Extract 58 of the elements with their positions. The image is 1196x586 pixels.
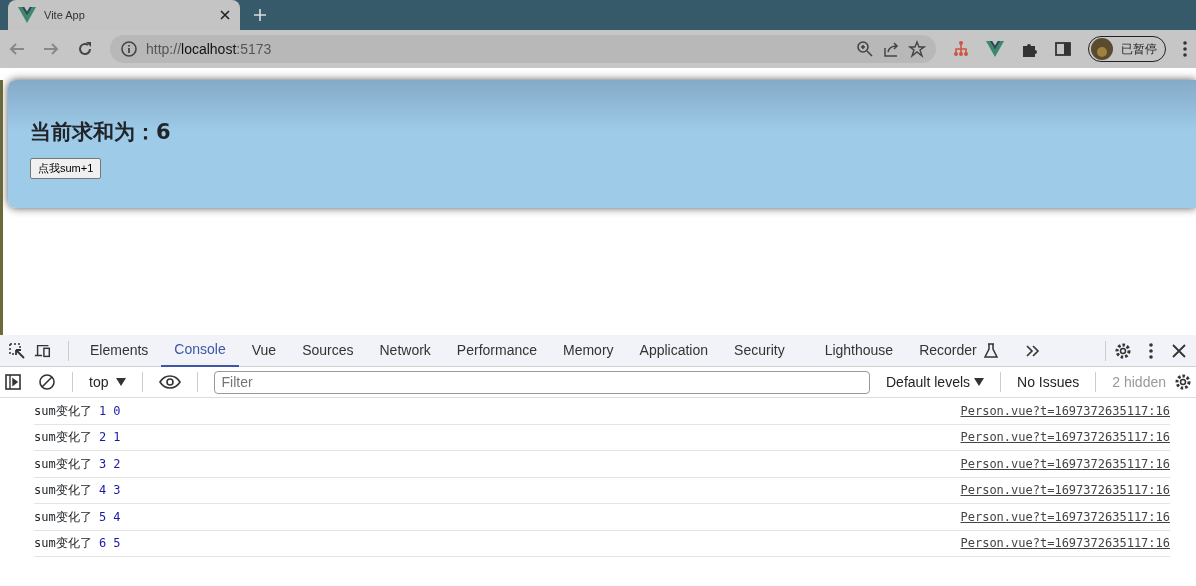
avatar-icon bbox=[1091, 38, 1113, 60]
caret-icon bbox=[116, 378, 127, 386]
source-link[interactable]: Person.vue?t=1697372635117:16 bbox=[960, 454, 1170, 473]
sum-heading: 当前求和为：6 bbox=[30, 120, 172, 146]
devtools-tab[interactable]: Application bbox=[626, 334, 722, 367]
reload-icon[interactable] bbox=[76, 40, 94, 58]
source-link[interactable]: Person.vue?t=1697372635117:16 bbox=[960, 428, 1170, 447]
sitemap-icon[interactable] bbox=[952, 40, 970, 58]
devtools-tab[interactable]: Performance bbox=[443, 334, 550, 367]
log-message: sum变化了 2 1 bbox=[34, 429, 121, 447]
log-message: sum变化了 3 2 bbox=[34, 455, 121, 473]
caret-icon bbox=[974, 378, 985, 386]
settings-icon[interactable] bbox=[1174, 373, 1192, 391]
source-link[interactable]: Person.vue?t=1697372635117:16 bbox=[960, 401, 1170, 420]
source-link[interactable]: Person.vue?t=1697372635117:16 bbox=[960, 481, 1170, 500]
hidden-count: 2 hidden bbox=[1112, 372, 1166, 392]
devtools-tab[interactable]: Sources bbox=[289, 334, 367, 367]
url-text: http://localhost:5173 bbox=[146, 39, 273, 59]
menu-icon[interactable] bbox=[1182, 40, 1188, 58]
clear-console-icon[interactable] bbox=[38, 373, 56, 391]
context-dropdown[interactable]: top bbox=[89, 371, 127, 393]
increment-button[interactable]: 点我sum+1 bbox=[30, 158, 102, 179]
vue-logo-icon bbox=[18, 6, 36, 24]
devtools-tab[interactable]: Recorder bbox=[906, 334, 990, 367]
eye-icon[interactable] bbox=[159, 374, 182, 390]
address-bar[interactable]: http://localhost:5173 bbox=[110, 35, 936, 63]
browser-tab[interactable]: Vite App bbox=[8, 0, 240, 30]
log-message: sum变化了 5 4 bbox=[34, 508, 121, 526]
source-link[interactable]: Person.vue?t=1697372635117:16 bbox=[960, 507, 1170, 526]
info-icon bbox=[120, 40, 138, 58]
log-message: sum变化了 6 5 bbox=[34, 535, 121, 553]
devtools-tab[interactable]: Memory bbox=[550, 334, 627, 367]
tab-title: Vite App bbox=[44, 7, 86, 23]
close-icon[interactable] bbox=[220, 10, 230, 20]
side-panel-icon[interactable] bbox=[1054, 40, 1072, 58]
vue-icon[interactable] bbox=[986, 40, 1004, 58]
levels-dropdown[interactable]: Default levels bbox=[886, 371, 985, 393]
issues-text: No Issues bbox=[1017, 372, 1080, 392]
source-link[interactable]: Person.vue?t=1697372635117:16 bbox=[960, 534, 1170, 553]
devtools-tab[interactable]: Network bbox=[366, 334, 444, 367]
filter-field[interactable]: Filter bbox=[214, 370, 870, 394]
devtools-tab[interactable]: Elements bbox=[77, 334, 162, 367]
inspect-icon[interactable] bbox=[8, 341, 26, 360]
new-tab-icon[interactable] bbox=[254, 9, 266, 21]
menu-icon[interactable] bbox=[1148, 341, 1154, 360]
devtools-tab[interactable]: Lighthouse bbox=[811, 334, 907, 367]
log-message: sum变化了 4 3 bbox=[34, 482, 121, 500]
devtools-tab[interactable]: Security bbox=[721, 334, 798, 367]
zoom-icon[interactable] bbox=[856, 40, 874, 58]
devtools-tab[interactable]: Console bbox=[161, 334, 239, 367]
devtools-tab[interactable]: Vue bbox=[238, 334, 290, 367]
log-message: sum变化了 1 0 bbox=[34, 402, 121, 420]
settings-icon[interactable] bbox=[1114, 341, 1132, 360]
share-icon[interactable] bbox=[882, 40, 900, 58]
star-icon[interactable] bbox=[908, 40, 926, 58]
close-icon[interactable] bbox=[1170, 341, 1188, 360]
flask-icon bbox=[981, 341, 1000, 360]
sidebar-toggle-icon[interactable] bbox=[4, 373, 22, 391]
